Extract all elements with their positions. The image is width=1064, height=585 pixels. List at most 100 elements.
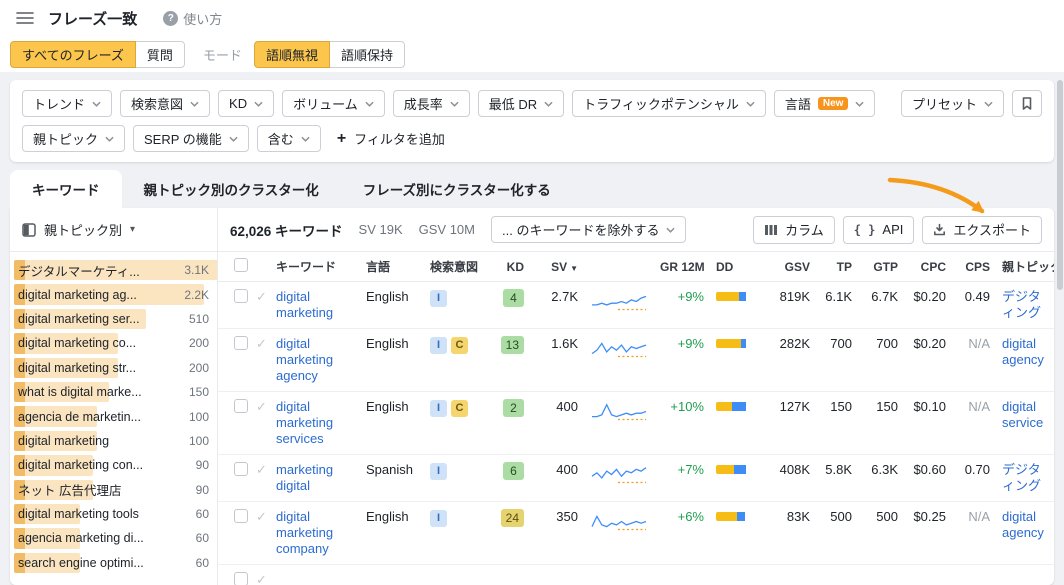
results-card: 親トピック別 ▾ デジタルマーケティ... 3.1K digital marke… xyxy=(10,208,1054,585)
table-row: ✓ digital marketing agency English IC 13… xyxy=(218,329,1054,392)
vertical-scrollbar[interactable] xyxy=(1057,80,1063,290)
col-keyword[interactable]: キーワード xyxy=(270,258,360,275)
parent-topic-item[interactable]: ネット 広告代理店 90 xyxy=(10,478,217,502)
parent-topic-link[interactable]: agency xyxy=(1002,352,1048,368)
parent-topic-link[interactable]: digital xyxy=(1002,336,1048,352)
row-check-icon[interactable]: ✓ xyxy=(256,289,267,304)
menu-icon[interactable] xyxy=(16,11,34,25)
global-search-volume: 282K xyxy=(762,336,816,352)
col-gtp[interactable]: GTP xyxy=(858,260,904,274)
group-by-parent-topic-dropdown[interactable]: 親トピック別 ▾ xyxy=(10,208,217,252)
global-traffic-potential: 6.7K xyxy=(858,289,904,305)
col-gr-12m[interactable]: GR 12M xyxy=(654,260,710,274)
col-gsv[interactable]: GSV xyxy=(762,260,816,274)
help-link[interactable]: ? 使い方 xyxy=(163,9,222,28)
filter-dropdown[interactable]: 言語 New xyxy=(774,90,876,117)
traffic-potential: 150 xyxy=(816,399,858,415)
parent-topic-link[interactable]: digital xyxy=(1002,509,1048,525)
parent-topic-item[interactable]: digital marketing 100 xyxy=(10,429,217,453)
parent-topic-item[interactable]: search engine optimi... 60 xyxy=(10,551,217,575)
filter-dropdown[interactable]: SERP の機能 xyxy=(133,125,249,152)
parent-topic-item[interactable]: what is digital marke... 150 xyxy=(10,380,217,404)
col-cps[interactable]: CPS xyxy=(952,260,996,274)
parent-topic-item[interactable]: digital marketing tools 60 xyxy=(10,502,217,526)
parent-topic-link[interactable]: agency xyxy=(1002,525,1048,541)
export-button[interactable]: エクスポート xyxy=(922,216,1042,244)
parent-topic-item[interactable]: digital marketing co... 200 xyxy=(10,331,217,355)
keyword-link[interactable]: digital marketing xyxy=(276,289,333,320)
keyword-link[interactable]: digital marketing agency xyxy=(276,336,333,383)
parent-topic-link[interactable]: デジタ xyxy=(1002,462,1048,478)
chevron-down-icon xyxy=(105,136,114,142)
col-language[interactable]: 言語 xyxy=(360,258,424,275)
parent-topic-item[interactable]: agencia marketing di... 60 xyxy=(10,526,217,550)
row-checkbox[interactable] xyxy=(234,572,248,585)
filter-dropdown[interactable]: トレンド xyxy=(22,90,112,117)
filter-dropdown[interactable]: 検索意図 xyxy=(120,90,210,117)
view-tab[interactable]: 親トピック別のクラスター化 xyxy=(122,170,341,208)
parent-topic-item[interactable]: agencia de marketin... 100 xyxy=(10,404,217,428)
col-intent[interactable]: 検索意図 xyxy=(424,258,488,275)
add-filter-button[interactable]: + フィルタを追加 xyxy=(337,129,445,148)
row-check-icon[interactable]: ✓ xyxy=(256,572,267,585)
filters-panel: トレンド 検索意図 KD xyxy=(10,80,1054,162)
row-checkbox[interactable] xyxy=(234,509,248,523)
parent-topic-link[interactable]: service xyxy=(1002,415,1048,431)
preset-dropdown[interactable]: プリセット xyxy=(901,90,1004,117)
phrase-pill[interactable]: 質問 xyxy=(135,41,185,68)
col-cpc[interactable]: CPC xyxy=(904,260,952,274)
api-button[interactable]: { } API xyxy=(843,216,915,244)
parent-topic-link[interactable]: デジタ xyxy=(1002,289,1048,305)
row-check-icon[interactable]: ✓ xyxy=(256,462,267,477)
parent-topic-item[interactable]: digital marketing str... 200 xyxy=(10,356,217,380)
topic-label: digital marketing co... xyxy=(18,336,181,350)
filter-dropdown[interactable]: 成長率 xyxy=(393,90,470,117)
filter-label: トレンド xyxy=(33,94,85,113)
row-checkbox[interactable] xyxy=(234,336,248,350)
topic-count: 90 xyxy=(196,458,209,472)
parent-topic-item[interactable]: デジタルマーケティ... 3.1K xyxy=(10,258,217,282)
row-check-icon[interactable]: ✓ xyxy=(256,509,267,524)
row-check-icon[interactable]: ✓ xyxy=(256,399,267,414)
col-dd[interactable]: DD xyxy=(710,260,762,274)
col-sv[interactable]: SV▼ xyxy=(530,260,584,274)
filter-dropdown[interactable]: 最低 DR xyxy=(478,90,564,117)
keyword-link[interactable]: digital marketing company xyxy=(276,509,333,556)
dd-bar xyxy=(716,402,756,411)
parent-topic-link[interactable]: ィング xyxy=(1002,305,1048,321)
parent-topic-item[interactable]: digital marketing con... 90 xyxy=(10,453,217,477)
parent-topic-link[interactable]: ィング xyxy=(1002,478,1048,494)
row-check-icon[interactable]: ✓ xyxy=(256,336,267,351)
view-tab[interactable]: キーワード xyxy=(10,170,122,208)
bookmark-button[interactable] xyxy=(1012,90,1042,117)
select-all-checkbox[interactable] xyxy=(234,258,248,272)
col-parent-topic[interactable]: 親トピック xyxy=(996,258,1054,275)
view-tab[interactable]: フレーズ別にクラスター化する xyxy=(341,170,573,208)
keyword-link[interactable]: digital marketing services xyxy=(276,399,333,446)
search-volume: 1.6K xyxy=(530,336,584,352)
parent-topic-item[interactable]: digital marketing ser... 510 xyxy=(10,307,217,331)
word-order-pill[interactable]: 語順保持 xyxy=(329,41,405,68)
row-checkbox[interactable] xyxy=(234,289,248,303)
parent-topic-item[interactable]: digital marketing ag... 2.2K xyxy=(10,282,217,306)
filter-dropdown[interactable]: KD xyxy=(218,90,274,117)
filter-dropdown[interactable]: トラフィックポテンシャル xyxy=(572,90,766,117)
parent-topic-link[interactable]: digital xyxy=(1002,399,1048,415)
word-order-pill[interactable]: 語順無視 xyxy=(254,41,330,68)
phrase-pill[interactable]: すべてのフレーズ xyxy=(10,41,136,68)
filter-dropdown[interactable]: 親トピック xyxy=(22,125,125,152)
global-traffic-potential: 700 xyxy=(858,336,904,352)
intent-badge-I: I xyxy=(430,510,447,527)
filter-dropdown[interactable]: ボリューム xyxy=(282,90,385,117)
exclude-keywords-dropdown[interactable]: ... のキーワードを除外する xyxy=(491,216,686,243)
col-kd[interactable]: KD xyxy=(488,260,530,274)
filter-dropdown[interactable]: 含む xyxy=(257,125,321,152)
keyword-link[interactable]: marketing digital xyxy=(276,462,333,493)
row-checkbox[interactable] xyxy=(234,399,248,413)
col-tp[interactable]: TP xyxy=(816,260,858,274)
row-checkbox[interactable] xyxy=(234,462,248,476)
topic-label: digital marketing xyxy=(18,434,181,448)
exclude-keywords-label: ... のキーワードを除外する xyxy=(502,220,659,239)
filter-dropdown-list: トレンド 検索意図 KD xyxy=(22,90,875,117)
columns-button[interactable]: カラム xyxy=(753,216,835,244)
